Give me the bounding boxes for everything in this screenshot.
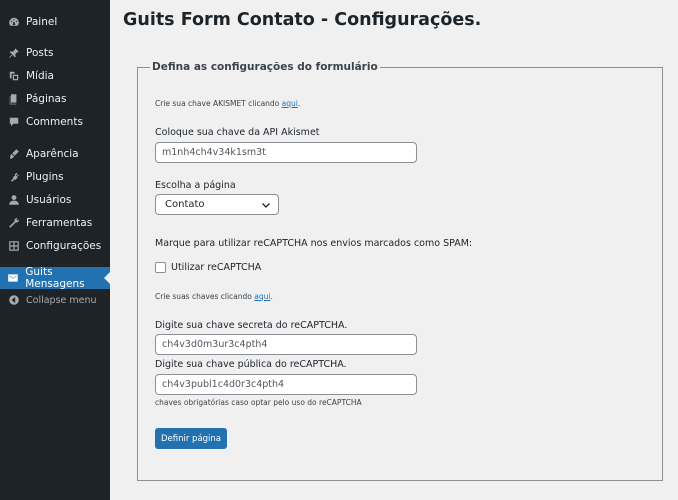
secret-key-value: ch4v3d0m3ur3c4pth4 xyxy=(162,339,268,350)
sidebar-item-configuracoes[interactable]: Configurações xyxy=(0,235,110,257)
sidebar-item-aparencia[interactable]: Aparência xyxy=(0,143,110,165)
appearance-icon xyxy=(7,148,20,161)
sidebar-item-label: Mídia xyxy=(26,70,54,82)
akismet-key-input[interactable]: m1nh4ch4v34k1sm3t xyxy=(155,142,417,163)
keys-hint-period: . xyxy=(270,292,273,301)
recaptcha-keys-link[interactable]: aqui xyxy=(254,292,270,301)
sidebar-item-ferramentas[interactable]: Ferramentas xyxy=(0,212,110,234)
required-note: chaves obrigatórias caso optar pelo uso … xyxy=(155,398,362,407)
akismet-key-value: m1nh4ch4v34k1sm3t xyxy=(162,147,266,158)
collapse-icon xyxy=(7,294,20,307)
sidebar-item-label: Guits Mensagens xyxy=(25,266,85,290)
public-key-label: Digite sua chave pública do reCAPTCHA. xyxy=(155,359,347,370)
chevron-down-icon xyxy=(262,203,270,208)
pin-icon xyxy=(7,47,20,60)
sidebar-item-midia[interactable]: Mídia xyxy=(0,65,110,87)
akismet-label: Coloque sua chave da API Akismet xyxy=(155,127,320,138)
public-key-value: ch4v3publ1c4d0r3c4pth4 xyxy=(162,379,285,390)
akismet-hint-text: Crie sua chave AKISMET clicando xyxy=(155,99,280,108)
sidebar-item-posts[interactable]: Posts xyxy=(0,42,110,64)
sidebar-item-label: Ferramentas xyxy=(26,217,93,229)
recaptcha-prompt: Marque para utilizar reCAPTCHA nos envio… xyxy=(155,238,473,249)
akismet-hint-period: . xyxy=(297,99,301,108)
page-title: Guits Form Contato - Configurações. xyxy=(123,10,482,30)
tools-icon xyxy=(7,217,20,230)
sidebar-item-label: Collapse menu xyxy=(26,294,97,306)
akismet-hint: Crie sua chave AKISMET clicando aqui. xyxy=(155,99,300,108)
admin-sidebar: Painel Posts Mídia Páginas Comments Apar… xyxy=(0,0,110,500)
media-icon xyxy=(7,70,20,83)
sidebar-item-label: Aparência xyxy=(26,148,79,160)
sidebar-item-plugins[interactable]: Plugins xyxy=(0,166,110,188)
sidebar-item-label: Páginas xyxy=(26,93,67,105)
public-key-input[interactable]: ch4v3publ1c4d0r3c4pth4 xyxy=(155,374,417,395)
mail-icon xyxy=(7,272,19,285)
plugins-icon xyxy=(7,171,20,184)
pages-icon xyxy=(7,93,20,106)
sidebar-item-paginas[interactable]: Páginas xyxy=(0,88,110,110)
collapse-menu-button[interactable]: Collapse menu xyxy=(0,289,110,311)
settings-icon xyxy=(7,240,20,253)
sidebar-item-label: Usuários xyxy=(26,194,72,206)
page-select-value: Contato xyxy=(165,199,205,210)
sidebar-item-guits-mensagens[interactable]: Guits Mensagens xyxy=(0,266,110,290)
recaptcha-checkbox[interactable] xyxy=(155,262,166,273)
fieldset-legend: Defina as configurações do formulário xyxy=(150,61,380,73)
recaptcha-checkbox-label[interactable]: Utilizar reCAPTCHA xyxy=(171,262,261,273)
sidebar-item-label: Posts xyxy=(26,47,54,59)
secret-key-input[interactable]: ch4v3d0m3ur3c4pth4 xyxy=(155,334,417,355)
sidebar-item-label: Comments xyxy=(26,116,83,128)
secret-key-label: Digite sua chave secreta do reCAPTCHA. xyxy=(155,320,348,331)
sidebar-item-painel[interactable]: Painel xyxy=(0,11,110,33)
users-icon xyxy=(7,194,20,207)
sidebar-item-label: Painel xyxy=(26,16,58,28)
akismet-link[interactable]: aqui xyxy=(282,99,298,108)
sidebar-item-label: Configurações xyxy=(26,240,102,252)
dashboard-icon xyxy=(7,16,20,29)
keys-hint: Crie suas chaves clicando aqui. xyxy=(155,292,273,301)
sidebar-item-usuarios[interactable]: Usuários xyxy=(0,189,110,211)
page-select-label: Escolha a página xyxy=(155,180,236,191)
page-select[interactable]: Contato xyxy=(155,194,279,215)
keys-hint-text: Crie suas chaves clicando xyxy=(155,292,252,301)
sidebar-item-label: Plugins xyxy=(26,171,64,183)
submit-button[interactable]: Definir página xyxy=(155,428,227,449)
sidebar-item-comments[interactable]: Comments xyxy=(0,111,110,133)
comments-icon xyxy=(7,116,20,129)
